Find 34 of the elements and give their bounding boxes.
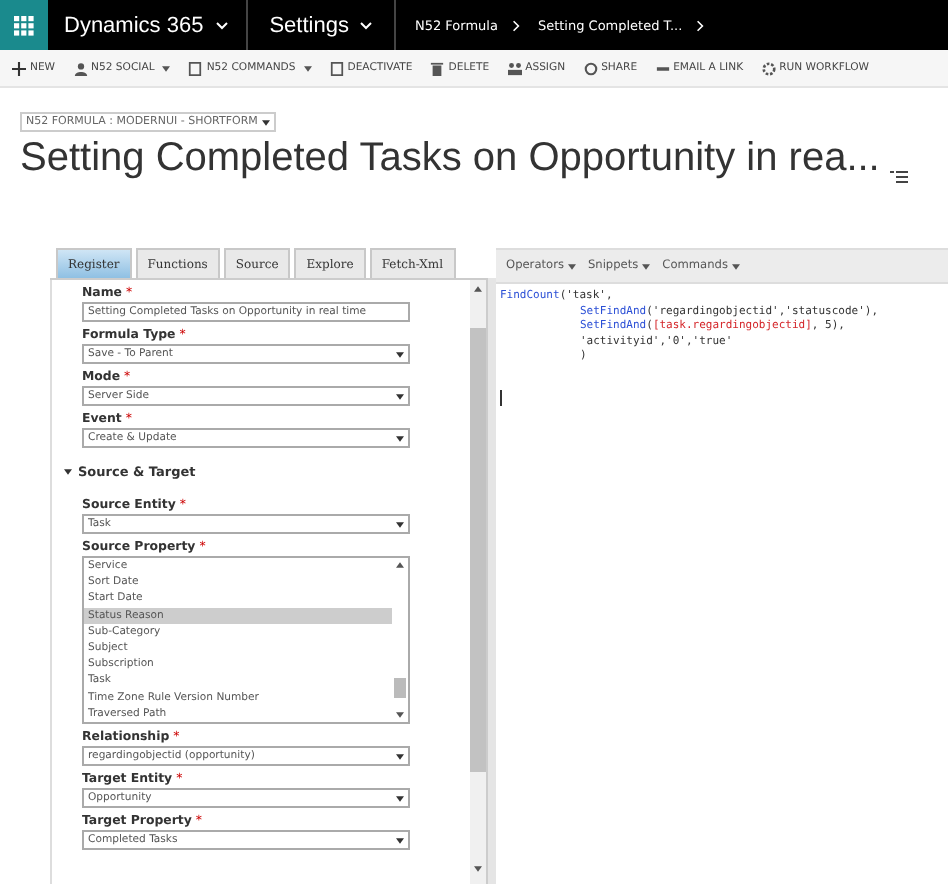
caret-icon	[396, 521, 404, 527]
document-icon	[188, 61, 203, 75]
document-icon	[329, 61, 344, 75]
scroll-thumb[interactable]	[394, 678, 406, 698]
chevron-down-icon	[360, 21, 373, 29]
caret-icon	[567, 263, 576, 269]
caret-icon	[642, 263, 651, 269]
caret-icon	[731, 263, 740, 269]
caret-icon	[396, 837, 404, 843]
caret-icon	[396, 753, 404, 759]
caret-icon	[396, 351, 404, 357]
person-icon	[73, 61, 88, 75]
app-launcher-icon[interactable]	[0, 0, 48, 50]
chevron-right-icon	[696, 19, 705, 31]
scroll-thumb[interactable]	[470, 328, 486, 772]
scroll-up-icon[interactable]	[396, 562, 404, 568]
circle-icon	[583, 61, 598, 75]
caret-icon	[261, 119, 270, 125]
scroll-down-icon[interactable]	[474, 866, 482, 872]
chevron-right-icon	[511, 19, 520, 31]
list-menu-icon[interactable]	[889, 170, 908, 184]
caret-icon	[396, 795, 404, 801]
record-title: Setting Completed Tasks on Opportunity in rea...	[20, 134, 880, 184]
splitter-handle[interactable]	[486, 278, 496, 884]
caret-icon	[396, 393, 404, 399]
scrollbar[interactable]	[392, 558, 408, 722]
caret-icon	[396, 435, 404, 441]
scroll-up-icon[interactable]	[474, 286, 482, 292]
scroll-down-icon[interactable]	[396, 712, 404, 718]
trash-icon	[430, 61, 445, 75]
people-icon	[507, 61, 522, 75]
chevron-down-icon	[215, 21, 228, 29]
plus-icon	[12, 61, 26, 75]
scrollbar[interactable]	[470, 280, 486, 884]
